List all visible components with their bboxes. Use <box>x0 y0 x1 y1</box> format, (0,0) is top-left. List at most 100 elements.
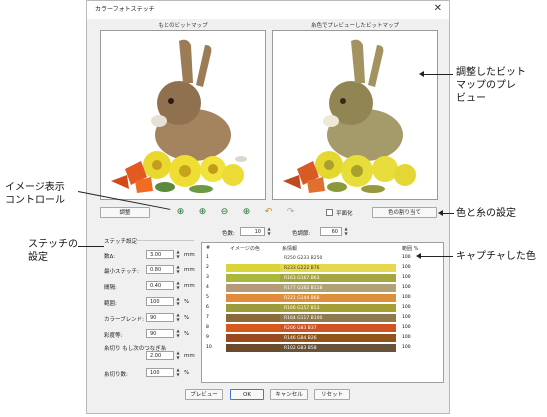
row-number: 8 <box>206 325 209 330</box>
stitch-field-label: 彩度等: <box>104 333 123 339</box>
color-tolerance-input[interactable]: 60 <box>320 227 342 236</box>
callout-captured-colors-arrowhead <box>416 253 421 259</box>
adjusted-bitmap-preview <box>272 30 438 200</box>
color-tolerance-stepper-icon[interactable]: ▲ ▼ <box>343 226 349 236</box>
zoom-out-icon[interactable]: ⊖ <box>218 206 231 218</box>
callout-captured-colors-arrow <box>420 256 453 257</box>
range-percent: 100 <box>402 315 411 320</box>
zoom-in-icon[interactable]: ⊕ <box>196 206 209 218</box>
range-percent: 100 <box>402 265 411 270</box>
stitch-field-input[interactable]: 0.80 <box>146 265 174 274</box>
callout-preview-arrowhead <box>419 71 424 77</box>
stitch-field-unit: % <box>184 315 190 321</box>
trim-length-stepper-icon[interactable]: ▲ ▼ <box>175 350 181 360</box>
row-number: 10 <box>206 345 212 350</box>
stitch-field-stepper-icon[interactable]: ▲ ▼ <box>175 249 181 259</box>
stitch-field-label: カラーブレンド: <box>104 317 145 323</box>
colors-stepper-icon[interactable]: ▲ ▼ <box>266 226 272 236</box>
row-number: 9 <box>206 335 209 340</box>
adjust-button[interactable]: 調整 <box>100 207 150 218</box>
row-number: 4 <box>206 285 209 290</box>
trim-count-stepper-icon[interactable]: ▲ ▼ <box>175 367 181 377</box>
flatten-checkbox-label: 平面化 <box>336 211 353 217</box>
reset-button[interactable]: リセット <box>314 389 350 400</box>
yarn-info: R102 G83 B58 <box>280 344 396 352</box>
callout-color-settings: 色と糸の設定 <box>456 208 516 219</box>
cancel-button[interactable]: キャンセル <box>270 389 308 400</box>
zoom-actual-icon[interactable]: ⊕ <box>240 206 253 218</box>
table-row[interactable]: 9 R146 G84 B26 100 <box>202 333 443 343</box>
stitch-field-stepper-icon[interactable]: ▲ ▼ <box>175 296 181 306</box>
range-percent: 100 <box>402 275 411 280</box>
color-assign-button[interactable]: 色の割り当て <box>372 207 437 218</box>
range-percent: 100 <box>402 295 411 300</box>
table-row[interactable]: 4 R177 G162 B118 100 <box>202 283 443 293</box>
row-number: 1 <box>206 255 209 260</box>
stitch-field-stepper-icon[interactable]: ▲ ▼ <box>175 312 181 322</box>
yarn-info: R206 G83 B37 <box>280 324 396 332</box>
colors-input[interactable]: 10 <box>240 227 265 236</box>
table-row[interactable]: 10 R102 G83 B58 100 <box>202 343 443 353</box>
original-bitmap-label: もとのビットマップ <box>158 23 208 29</box>
callout-color-settings-arrowhead <box>438 210 443 216</box>
row-number: 3 <box>206 275 209 280</box>
preview-bitmap-label: 糸色でプレビューしたビットマップ <box>310 23 399 29</box>
callout-stitch-settings: ステッチの 設定 <box>28 239 78 263</box>
stitch-field-input[interactable]: 90 <box>146 329 174 338</box>
table-row[interactable]: 3 R163 G167 B63 100 <box>202 273 443 283</box>
original-bitmap-preview <box>100 30 266 200</box>
zoom-fit-icon[interactable]: ⊕ <box>174 206 187 218</box>
rabbit-stitch-preview-image <box>283 39 416 193</box>
callout-stitch-settings-arrow <box>78 246 104 247</box>
row-number: 6 <box>206 305 209 310</box>
table-row[interactable]: 8 R206 G83 B37 100 <box>202 323 443 333</box>
stitch-field-label: 最小ステッチ: <box>104 269 139 275</box>
stitch-field-stepper-icon[interactable]: ▲ ▼ <box>175 280 181 290</box>
stitch-settings-group-label: ステッチ設定 <box>104 239 138 245</box>
close-icon[interactable]: ✕ <box>434 2 442 16</box>
trim-count-input[interactable]: 100 <box>146 368 174 377</box>
stitch-field-stepper-icon[interactable]: ▲ ▼ <box>175 264 181 274</box>
stitch-field-input[interactable]: 0.40 <box>146 281 174 290</box>
stitch-field-label: 間隔: <box>104 285 117 291</box>
trim-count-unit: % <box>184 370 190 376</box>
range-percent: 100 <box>402 335 411 340</box>
yarn-info: R146 G84 B26 <box>280 334 396 342</box>
yarn-info: R163 G167 B63 <box>280 274 396 282</box>
stitch-field-label: 範囲: <box>104 301 117 307</box>
stitch-field-input[interactable]: 90 <box>146 313 174 322</box>
yarn-info: R166 G157 B53 <box>280 304 396 312</box>
table-row[interactable]: 7 R164 G117 B100 100 <box>202 313 443 323</box>
column-header: # <box>206 245 211 251</box>
table-row[interactable]: 6 R166 G157 B53 100 <box>202 303 443 313</box>
column-header: 糸情報 <box>282 246 298 252</box>
stitch-field-input[interactable]: 100 <box>146 297 174 306</box>
stitch-field-input[interactable]: 3.00 <box>146 250 174 259</box>
callout-color-settings-arrow <box>442 213 454 214</box>
flatten-checkbox[interactable] <box>326 209 333 216</box>
range-percent: 100 <box>402 255 411 260</box>
trim-count-label: 糸切り数: <box>104 372 128 378</box>
colors-label: 色数: <box>222 231 235 237</box>
row-number: 2 <box>206 265 209 270</box>
stitch-field-unit: mm <box>184 252 195 258</box>
ok-button[interactable]: OK <box>230 389 264 400</box>
stitch-field-unit: mm <box>184 267 195 273</box>
color-tolerance-label: 色調節: <box>292 231 311 237</box>
table-row[interactable]: 2 R233 G222 B76 100 <box>202 263 443 273</box>
preview-button[interactable]: プレビュー <box>185 389 223 400</box>
table-row[interactable]: 5 R221 G144 B60 100 <box>202 293 443 303</box>
yarn-info: R250 G233 B250 <box>280 254 396 262</box>
table-row[interactable]: 1 R250 G233 B250 100 <box>202 253 443 263</box>
redo-icon[interactable]: ↷ <box>284 206 297 218</box>
column-header: 範囲 % <box>402 246 419 252</box>
trim-length-input[interactable]: 2.00 <box>146 351 174 360</box>
stitch-field-unit: % <box>184 331 190 337</box>
stitch-field-stepper-icon[interactable]: ▲ ▼ <box>175 328 181 338</box>
undo-icon[interactable]: ↶ <box>262 206 275 218</box>
range-percent: 100 <box>402 285 411 290</box>
range-percent: 100 <box>402 345 411 350</box>
rabbit-image <box>111 39 247 193</box>
yarn-info: R233 G222 B76 <box>280 264 396 272</box>
dialog-title: カラーフォトステッチ <box>95 6 155 13</box>
